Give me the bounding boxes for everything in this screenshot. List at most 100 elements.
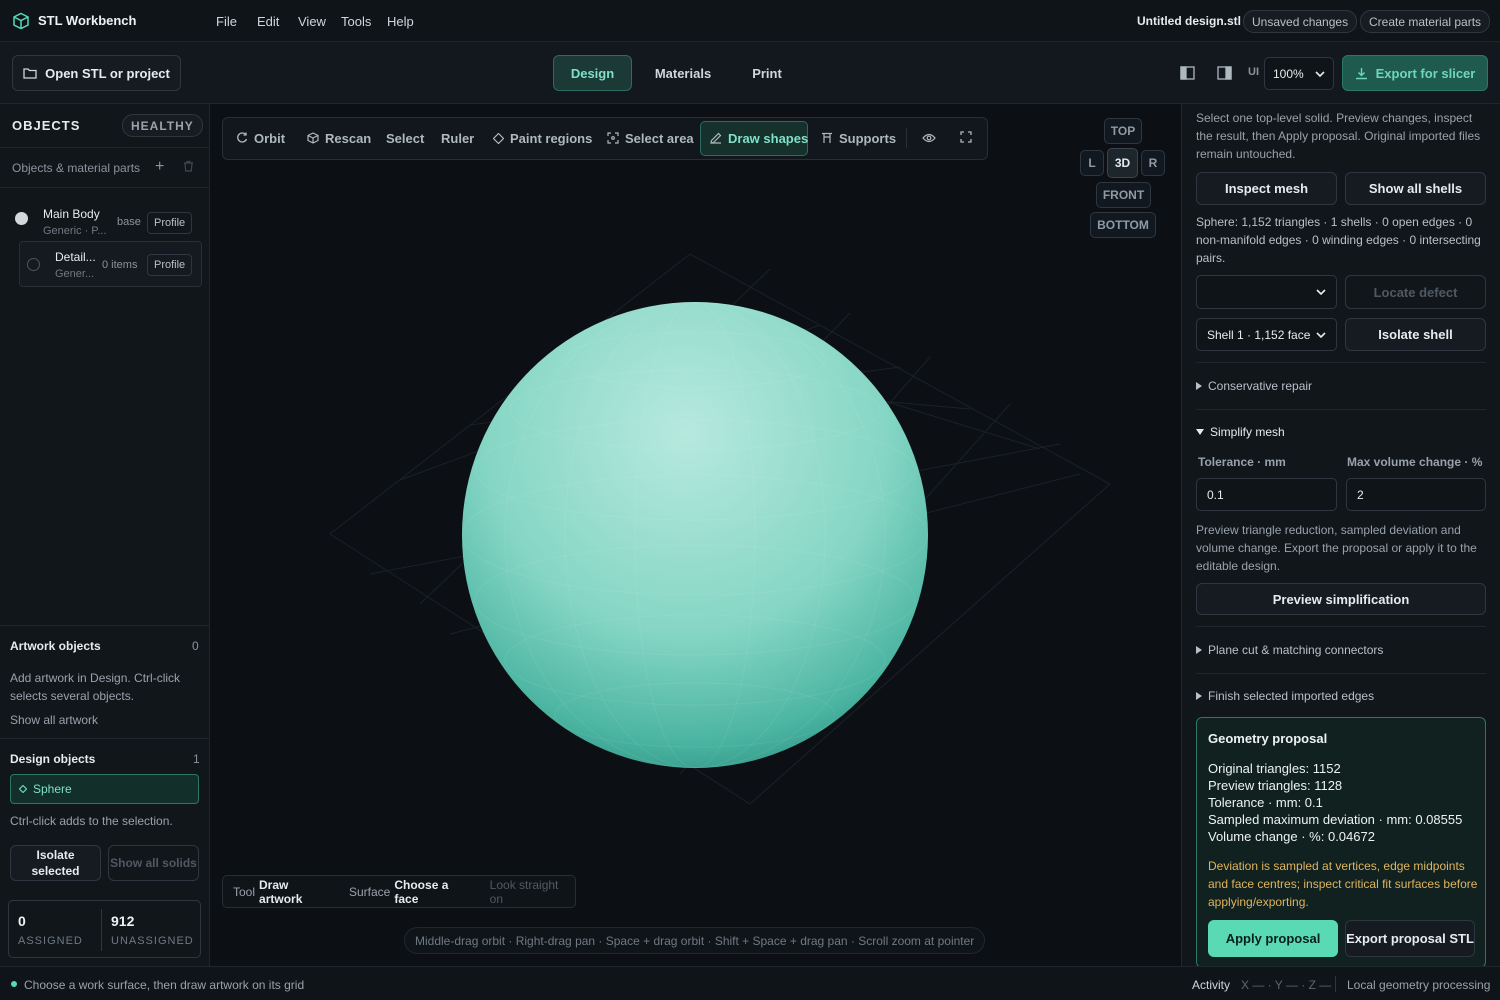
menu-edit[interactable]: Edit: [257, 14, 279, 29]
plane-cut-label: Plane cut & matching connectors: [1208, 643, 1384, 657]
top-bar: STL Workbench File Edit View Tools Help …: [0, 0, 1500, 42]
proposal-stat: Tolerance · mm: 0.1: [1208, 795, 1323, 810]
download-icon: [1355, 67, 1367, 79]
shell-select-value: Shell 1 · 1,152 face: [1207, 327, 1311, 342]
chevron-down-icon: [1315, 70, 1325, 77]
tab-print[interactable]: Print: [741, 55, 793, 91]
tool-orbit-label: Orbit: [254, 130, 286, 146]
menu-help[interactable]: Help: [387, 14, 414, 29]
tool-orbit[interactable]: Orbit: [236, 130, 286, 146]
max-volume-input[interactable]: 2: [1346, 478, 1486, 511]
activity-button[interactable]: Activity: [1192, 978, 1230, 992]
fullscreen-icon[interactable]: [960, 131, 972, 146]
design-object-sphere[interactable]: Sphere: [10, 774, 199, 804]
open-stl-button[interactable]: Open STL or project: [12, 55, 181, 91]
view-right-button[interactable]: R: [1141, 150, 1165, 176]
finish-edges-label: Finish selected imported edges: [1208, 689, 1375, 703]
tool-select-area[interactable]: Select area: [607, 131, 694, 146]
tolerance-label: Tolerance · mm: [1198, 455, 1286, 469]
locate-defect-button[interactable]: Locate defect: [1345, 275, 1486, 309]
color-swatch: [15, 212, 28, 225]
apply-proposal-button[interactable]: Apply proposal: [1208, 920, 1338, 957]
assignment-stats: 0 ASSIGNED 912 UNASSIGNED: [8, 900, 201, 958]
defect-select[interactable]: [1196, 275, 1337, 309]
object-row-detail[interactable]: Detail... Gener... 0 items Profile: [19, 241, 202, 287]
toggle-left-panel-icon[interactable]: [1180, 66, 1195, 83]
tool-status-label: Tool: [233, 884, 256, 899]
view-top-button[interactable]: TOP: [1104, 118, 1142, 144]
orbit-icon: [237, 132, 248, 143]
tab-design[interactable]: Design: [553, 55, 632, 91]
inspect-mesh-button[interactable]: Inspect mesh: [1196, 172, 1337, 205]
tool-rescan-label: Rescan: [325, 130, 372, 146]
supports-icon: [822, 132, 832, 143]
tool-supports[interactable]: Supports: [821, 131, 896, 146]
tab-materials[interactable]: Materials: [645, 55, 721, 91]
add-object-icon[interactable]: +: [155, 159, 164, 175]
view-front-button[interactable]: FRONT: [1096, 182, 1151, 208]
conservative-repair-label: Conservative repair: [1208, 379, 1313, 393]
assigned-value: 0: [18, 913, 26, 929]
surface-status-value: Choose a face: [394, 877, 449, 906]
folder-icon: [23, 68, 37, 79]
ui-zoom-select[interactable]: 100%: [1264, 57, 1334, 90]
toolbar: Open STL or project Design Materials Pri…: [0, 42, 1500, 104]
tool-paint-regions[interactable]: Paint regions: [493, 130, 593, 146]
artwork-count: 0: [192, 639, 199, 653]
triangle-right-icon: [1196, 382, 1202, 390]
shell-select[interactable]: Shell 1 · 1,152 face: [1196, 318, 1337, 351]
max-volume-label: Max volume change · %: [1347, 455, 1483, 469]
view-bottom-button[interactable]: BOTTOM: [1090, 212, 1156, 238]
isolate-shell-button[interactable]: Isolate shell: [1345, 318, 1486, 351]
object-material: Gener...: [55, 268, 95, 280]
tool-select[interactable]: Select: [386, 131, 424, 146]
object-row-main-body[interactable]: Main Body Generic · P... base Profile: [0, 196, 209, 240]
simplify-help: Preview triangle reduction, sampled devi…: [1196, 523, 1477, 573]
status-message: Choose a work surface, then draw artwork…: [24, 978, 305, 992]
show-all-solids-button[interactable]: Show all solids: [108, 845, 199, 881]
conservative-repair-toggle[interactable]: Conservative repair: [1196, 379, 1312, 393]
3d-viewport[interactable]: Orbit Rescan Select Ruler Paint regions …: [210, 104, 1181, 966]
unassigned-label: UNASSIGNED: [111, 935, 194, 947]
tool-ruler[interactable]: Ruler: [441, 131, 474, 146]
tool-paint-regions-label: Paint regions: [510, 130, 593, 146]
eye-icon[interactable]: [922, 131, 936, 146]
status-bar: Choose a work surface, then draw artwork…: [0, 966, 1500, 1000]
cube-icon: [307, 132, 319, 144]
simplify-mesh-toggle[interactable]: Simplify mesh: [1196, 425, 1285, 439]
plane-cut-toggle[interactable]: Plane cut & matching connectors: [1196, 643, 1383, 657]
tolerance-input[interactable]: 0.1: [1196, 478, 1337, 511]
viewport-help: Middle-drag orbit · Right-drag pan · Spa…: [404, 927, 986, 954]
object-name: Main Body: [43, 207, 100, 221]
file-name: Untitled design.stl: [1137, 14, 1242, 28]
proposal-stat: Preview triangles: 1128: [1208, 778, 1343, 793]
look-straight-on-button[interactable]: Look straight on: [490, 878, 575, 906]
objects-subheading: Objects & material parts: [12, 161, 141, 175]
profile-button[interactable]: Profile: [147, 254, 193, 276]
show-all-shells-button[interactable]: Show all shells: [1345, 172, 1486, 205]
show-all-artwork-link[interactable]: Show all artwork: [10, 713, 98, 727]
toggle-right-panel-icon[interactable]: [1217, 66, 1232, 83]
menu-file[interactable]: File: [216, 14, 237, 29]
coordinates-readout: X — · Y — · Z —: [1241, 978, 1332, 992]
view-3d-button[interactable]: 3D: [1107, 148, 1138, 178]
menu-tools[interactable]: Tools: [341, 14, 371, 29]
app-logo-icon: [12, 12, 30, 33]
create-material-parts-button[interactable]: Create material parts: [1360, 10, 1491, 33]
isolate-selected-button[interactable]: Isolate selected: [10, 845, 101, 881]
status-dot-icon: [11, 981, 17, 987]
export-for-slicer-button[interactable]: Export for slicer: [1342, 55, 1488, 91]
design-selection-hint: Ctrl-click adds to the selection.: [10, 814, 173, 828]
trash-icon[interactable]: [183, 160, 194, 175]
objects-heading: OBJECTS: [12, 118, 81, 133]
tool-draw-shapes[interactable]: Draw shapes: [710, 131, 808, 146]
export-for-slicer-label: Export for slicer: [1375, 65, 1476, 81]
export-proposal-stl-button[interactable]: Export proposal STL: [1345, 920, 1475, 957]
profile-button[interactable]: Profile: [147, 212, 193, 234]
finish-edges-toggle[interactable]: Finish selected imported edges: [1196, 689, 1374, 703]
view-left-button[interactable]: L: [1080, 150, 1104, 176]
preview-simplification-button[interactable]: Preview simplification: [1196, 583, 1486, 615]
proposal-stat: Sampled maximum deviation · mm: 0.08555: [1208, 812, 1463, 827]
menu-view[interactable]: View: [298, 14, 326, 29]
tool-rescan[interactable]: Rescan: [307, 130, 372, 146]
